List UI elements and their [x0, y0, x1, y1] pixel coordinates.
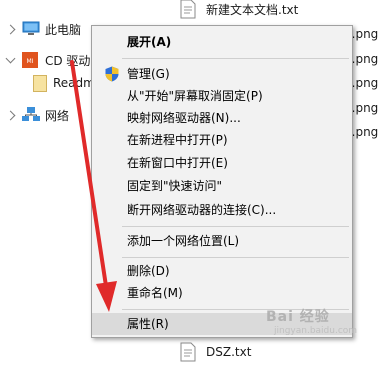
list-item[interactable]: DSZ.txt: [180, 339, 251, 365]
file-name: DSZ.txt: [206, 345, 252, 359]
menu-item-add-network-location[interactable]: 添加一个网络位置(L): [92, 230, 352, 252]
uac-shield-icon: [105, 66, 119, 82]
menu-item-map-network-drive[interactable]: 映射网络驱动器(N)...: [92, 107, 352, 129]
menu-separator: [122, 58, 349, 59]
menu-item-unpin-start[interactable]: 从"开始"屏幕取消固定(P): [92, 85, 352, 107]
nav-label-cd-drive: CD 驱动: [45, 54, 91, 68]
collapse-chevron-icon[interactable]: [5, 53, 16, 64]
nav-label-this-pc: 此电脑: [45, 23, 82, 37]
menu-item-open-new-process[interactable]: 在新进程中打开(P): [92, 129, 352, 151]
menu-item-disconnect-network-drive[interactable]: 断开网络驱动器的连接(C)...: [92, 199, 352, 221]
list-item[interactable]: 新建文本文档.txt: [180, 0, 298, 22]
watermark-url: jingyan.baidu.com: [274, 326, 358, 336]
menu-separator: [122, 226, 349, 227]
network-icon: [22, 107, 40, 121]
text-file-icon: [180, 342, 196, 362]
cd-drive-icon: MI: [22, 52, 38, 68]
context-menu: 展开(A) 管理(G) 从"开始"屏幕取消固定(P) 映射网络驱动器(N)...…: [91, 25, 353, 338]
menu-item-expand[interactable]: 展开(A): [92, 31, 352, 53]
computer-icon: [22, 21, 40, 35]
expand-chevron-icon[interactable]: [5, 24, 16, 35]
menu-item-pin-quick-access[interactable]: 固定到"快速访问": [92, 175, 352, 197]
svg-text:MI: MI: [27, 58, 34, 65]
nav-label-readme: Readm: [53, 76, 95, 90]
menu-separator: [122, 257, 349, 258]
expand-chevron-icon[interactable]: [5, 110, 16, 121]
file-name: 新建文本文档.txt: [206, 2, 299, 17]
text-file-icon: [180, 0, 196, 19]
watermark: Bai 经验: [266, 309, 330, 325]
nav-label-network: 网络: [45, 109, 70, 123]
menu-item-delete[interactable]: 删除(D): [92, 260, 352, 282]
menu-item-open-new-window[interactable]: 在新窗口中打开(E): [92, 152, 352, 174]
folder-icon: [33, 75, 47, 92]
menu-item-manage[interactable]: 管理(G): [92, 63, 352, 85]
menu-item-rename[interactable]: 重命名(M): [92, 282, 352, 304]
